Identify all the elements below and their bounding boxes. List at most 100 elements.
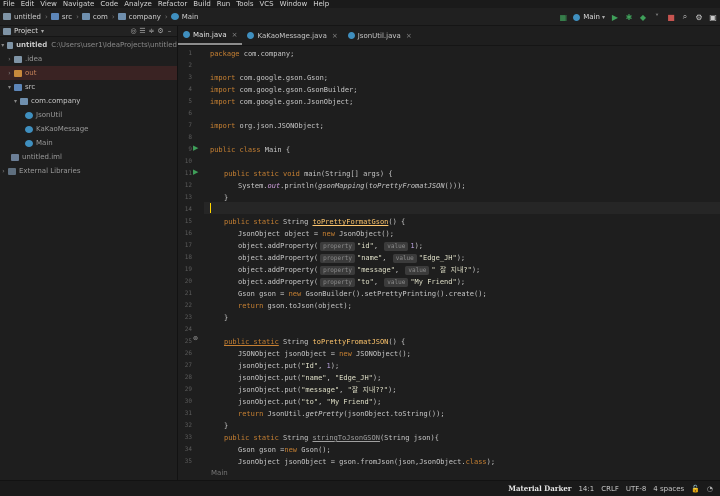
expand-all-icon[interactable]: ≑ — [147, 27, 156, 35]
hide-icon[interactable]: – — [165, 27, 174, 35]
editor-breadcrumb[interactable]: Main — [178, 466, 720, 480]
locate-icon[interactable]: ◎ — [129, 27, 138, 35]
code-line: } — [224, 194, 229, 202]
code-editor[interactable]: 1 2 3 4 5 6 7 8 9 10 11 12 13 14 15 16 17 18 19 20 21 22 23 24 2… — [178, 46, 720, 480]
project-panel-title[interactable]: Project — [14, 27, 38, 35]
menu-refactor[interactable]: Refactor — [155, 0, 190, 8]
breadcrumb-company[interactable]: company › — [117, 13, 168, 21]
usage-icon[interactable]: ⊚ — [193, 335, 198, 342]
menu-window[interactable]: Window — [277, 0, 311, 8]
menu-code[interactable]: Code — [97, 0, 121, 8]
tree-item-src[interactable]: ▾ src — [0, 80, 177, 94]
line-number: 8 — [188, 134, 192, 141]
menu-file[interactable]: File — [0, 0, 18, 8]
class-icon — [25, 139, 33, 147]
lock-icon[interactable]: 🔓 — [691, 485, 700, 493]
menu-run[interactable]: Run — [214, 0, 233, 8]
class-icon — [247, 32, 255, 39]
tab-main-java[interactable]: Main.java × — [178, 26, 243, 45]
breadcrumb-main[interactable]: Main — [170, 13, 198, 21]
menu-tools[interactable]: Tools — [233, 0, 256, 8]
code-line: object.addProperty(property "name", value… — [238, 254, 466, 263]
code-line: return gson.toJson(object); — [238, 302, 352, 310]
tree-item-kakaomessage[interactable]: KaKaoMessage — [0, 122, 177, 136]
tree-item-main[interactable]: Main — [0, 136, 177, 150]
tab-jsonutil-java[interactable]: JsonUtil.java × — [343, 26, 417, 45]
breadcrumb-src[interactable]: src › — [50, 13, 79, 21]
menu-edit[interactable]: Edit — [18, 0, 38, 8]
search-icon[interactable]: ⌕ — [680, 12, 690, 22]
close-icon[interactable]: × — [332, 32, 338, 40]
chevron-right-icon[interactable]: › — [6, 70, 13, 77]
collapse-all-icon[interactable]: ☰ — [138, 27, 147, 35]
chevron-down-icon[interactable]: ▾ — [6, 84, 13, 91]
code-line: Gson gson =new Gson(); — [238, 446, 331, 454]
menu-vcs[interactable]: VCS — [256, 0, 276, 8]
breadcrumb-label: untitled — [14, 12, 42, 21]
file-encoding[interactable]: UTF-8 — [626, 485, 646, 493]
tab-kakaomessage-java[interactable]: KaKaoMessage.java × — [242, 26, 342, 45]
stop-icon[interactable]: ■ — [666, 12, 676, 22]
settings-icon[interactable]: ⚙ — [694, 12, 704, 22]
event-log-icon[interactable]: ◔ — [707, 485, 713, 493]
tree-item-label: src — [25, 83, 36, 91]
line-number: 19 — [184, 266, 192, 273]
more-actions-icon[interactable]: ˅ — [652, 12, 662, 22]
project-view-icon — [3, 27, 11, 35]
chevron-down-icon[interactable]: ▾ — [0, 42, 6, 49]
breadcrumb-untitled[interactable]: untitled › — [3, 13, 48, 21]
build-hammer-icon[interactable]: ▦ — [558, 12, 568, 22]
current-line-highlight — [204, 202, 720, 214]
run-configuration-select[interactable]: Main ▾ — [573, 13, 605, 21]
tree-item-iml[interactable]: untitled.iml — [0, 150, 177, 164]
line-separator[interactable]: CRLF — [601, 485, 619, 493]
folder-excluded-icon — [14, 69, 22, 77]
menu-bar: File Edit View Navigate Code Analyze Ref… — [0, 0, 720, 8]
close-icon[interactable]: × — [406, 32, 412, 40]
indent-setting[interactable]: 4 spaces — [653, 485, 684, 493]
code-line: jsonObject.put("Id", 1); — [238, 362, 340, 370]
layout-icon[interactable]: ▣ — [708, 12, 718, 22]
code-line: public static String toPrettyFromatJSON(… — [224, 338, 406, 346]
menu-view[interactable]: View — [37, 0, 60, 8]
coverage-icon[interactable]: ◆ — [638, 12, 648, 22]
editor-tabs: Main.java × KaKaoMessage.java × JsonUtil… — [178, 26, 720, 46]
breadcrumb-com[interactable]: com › — [81, 12, 115, 21]
caret-position[interactable]: 14:1 — [578, 485, 594, 493]
tree-item-out[interactable]: › out — [0, 66, 177, 80]
chevron-right-icon: › — [111, 12, 115, 21]
chevron-down-icon[interactable]: ▾ — [41, 28, 44, 35]
close-icon[interactable]: × — [232, 31, 238, 39]
menu-help[interactable]: Help — [310, 0, 332, 8]
code-line: object.addProperty(property "to", value "M… — [238, 278, 466, 287]
iml-file-icon — [11, 153, 19, 161]
tree-item-idea[interactable]: › .idea — [0, 52, 177, 66]
code-line: JsonObject object = new JsonObject(); — [238, 230, 394, 238]
line-number: 17 — [184, 242, 192, 249]
run-method-icon[interactable]: ▶ — [193, 168, 198, 176]
settings-icon[interactable]: ⚙ — [156, 27, 165, 35]
tree-item-untitled[interactable]: ▾ untitled C:\Users\user1\IdeaProjects\u… — [0, 38, 177, 52]
debug-icon[interactable]: ✱ — [624, 12, 634, 22]
menu-build[interactable]: Build — [190, 0, 214, 8]
menu-navigate[interactable]: Navigate — [60, 0, 97, 8]
code-line: import com.google.gson.GsonBuilder; — [210, 86, 358, 94]
run-icon[interactable]: ▶ — [610, 12, 620, 22]
chevron-down-icon: ▾ — [601, 13, 605, 21]
line-number: 30 — [184, 398, 192, 405]
run-class-icon[interactable]: ▶ — [193, 144, 198, 152]
tree-item-com-company[interactable]: ▾ com.company — [0, 94, 177, 108]
code-line: import com.google.gson.Gson; — [210, 74, 329, 82]
tree-item-external-libraries[interactable]: › External Libraries — [0, 164, 177, 178]
chevron-right-icon[interactable]: › — [0, 168, 7, 175]
run-config-label: Main — [583, 13, 600, 21]
code-line: jsonObject.put("message", "잘 지내??"); — [238, 386, 397, 394]
tree-item-jsonutil[interactable]: JsonUtil — [0, 108, 177, 122]
chevron-down-icon[interactable]: ▾ — [12, 98, 19, 105]
source-folder-icon — [50, 13, 59, 20]
theme-indicator[interactable]: Material Darker — [508, 484, 571, 493]
chevron-right-icon: › — [45, 12, 48, 21]
chevron-right-icon[interactable]: › — [6, 56, 13, 63]
menu-analyze[interactable]: Analyze — [121, 0, 155, 8]
line-number: 12 — [184, 182, 192, 189]
